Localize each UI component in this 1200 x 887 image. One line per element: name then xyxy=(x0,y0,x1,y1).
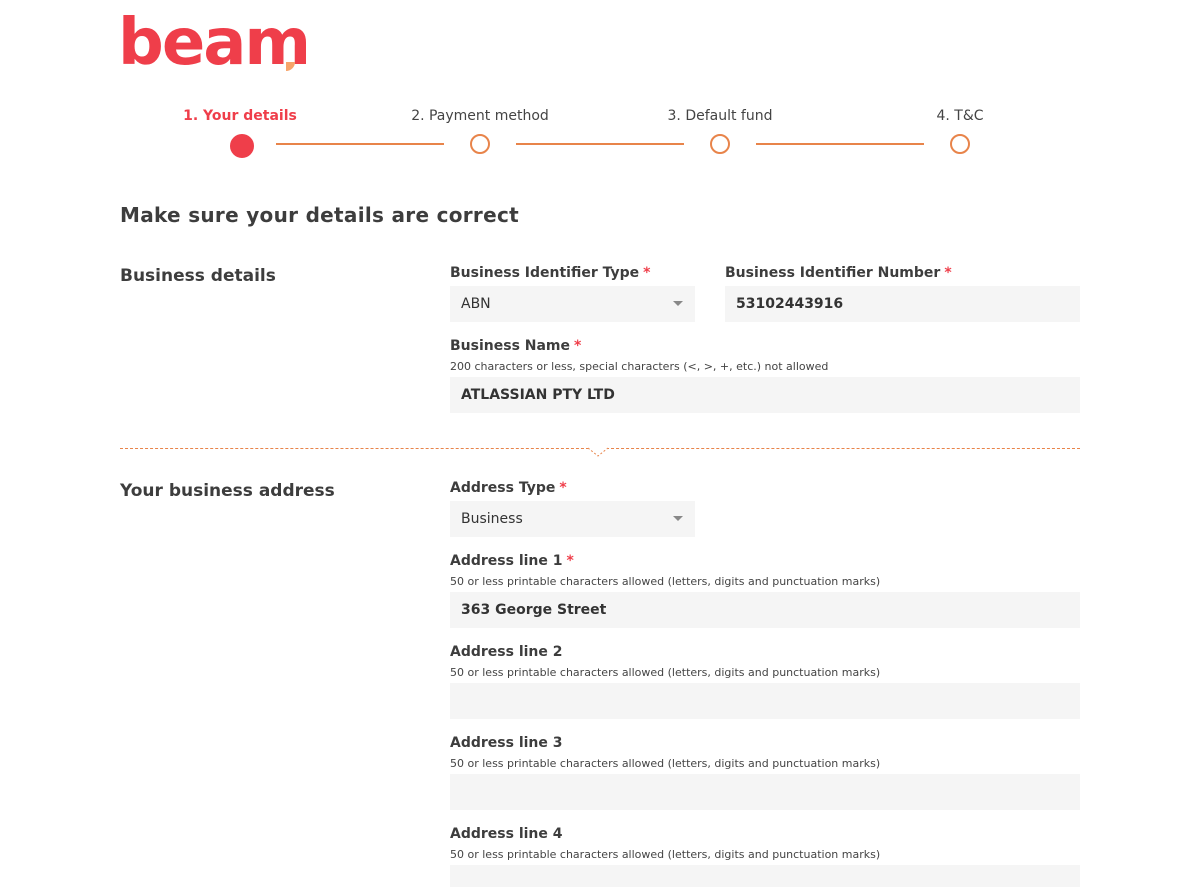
address-line-1-hint: 50 or less printable characters allowed … xyxy=(450,575,881,588)
field-label-text: Business Name xyxy=(450,338,571,354)
address-line-2-hint: 50 or less printable characters allowed … xyxy=(450,666,881,679)
step-indicator xyxy=(710,134,730,154)
address-type-select[interactable]: Business xyxy=(450,501,695,537)
step-indicator-active xyxy=(230,134,254,158)
required-marker: * xyxy=(944,265,952,281)
step-indicator xyxy=(470,134,490,154)
required-marker: * xyxy=(643,265,651,281)
step-connector xyxy=(516,143,684,145)
step-connector xyxy=(756,143,924,145)
required-marker: * xyxy=(559,480,567,496)
business-name-label: Business Name * xyxy=(450,338,581,354)
business-name-hint: 200 characters or less, special characte… xyxy=(450,360,829,373)
address-line-4-label: Address line 4 xyxy=(450,826,563,842)
address-line-2-label: Address line 2 xyxy=(450,644,563,660)
selected-value: ABN xyxy=(461,296,491,312)
address-line-3-input[interactable] xyxy=(450,774,1080,810)
selected-value: Business xyxy=(461,511,523,527)
business-identifier-number-input[interactable] xyxy=(725,286,1080,322)
field-label-text: Address line 1 xyxy=(450,553,563,569)
address-line-4-hint: 50 or less printable characters allowed … xyxy=(450,848,881,861)
address-line-3-label: Address line 3 xyxy=(450,735,563,751)
divider-notch-icon xyxy=(588,447,608,457)
beam-logo: beam xyxy=(118,6,311,80)
address-line-3-hint: 50 or less printable characters allowed … xyxy=(450,757,881,770)
address-line-1-label: Address line 1 * xyxy=(450,553,574,569)
field-label-text: Business Identifier Type xyxy=(450,265,640,281)
page-title: Make sure your details are correct xyxy=(120,203,519,227)
field-label-text: Business Identifier Number xyxy=(725,265,941,281)
section-title-business-address: Your business address xyxy=(120,481,335,501)
business-identifier-type-label: Business Identifier Type * xyxy=(450,265,650,281)
business-name-input[interactable] xyxy=(450,377,1080,413)
step-connector xyxy=(276,143,444,145)
step-indicator xyxy=(950,134,970,154)
step-label-payment-method: 2. Payment method xyxy=(411,108,549,124)
chevron-down-icon xyxy=(673,516,683,521)
address-line-2-input[interactable] xyxy=(450,683,1080,719)
business-identifier-type-select[interactable]: ABN xyxy=(450,286,695,322)
step-label-default-fund: 3. Default fund xyxy=(667,108,773,124)
address-type-label: Address Type * xyxy=(450,480,567,496)
business-identifier-number-label: Business Identifier Number * xyxy=(725,265,952,281)
logo-wordmark: beam xyxy=(118,6,311,80)
address-line-1-input[interactable] xyxy=(450,592,1080,628)
required-marker: * xyxy=(566,553,574,569)
chevron-down-icon xyxy=(673,301,683,306)
section-title-business-details: Business details xyxy=(120,266,276,286)
step-label-your-details: 1. Your details xyxy=(183,108,297,124)
address-line-4-input[interactable] xyxy=(450,865,1080,887)
step-label-tc: 4. T&C xyxy=(936,108,984,124)
required-marker: * xyxy=(574,338,582,354)
field-label-text: Address Type xyxy=(450,480,556,496)
